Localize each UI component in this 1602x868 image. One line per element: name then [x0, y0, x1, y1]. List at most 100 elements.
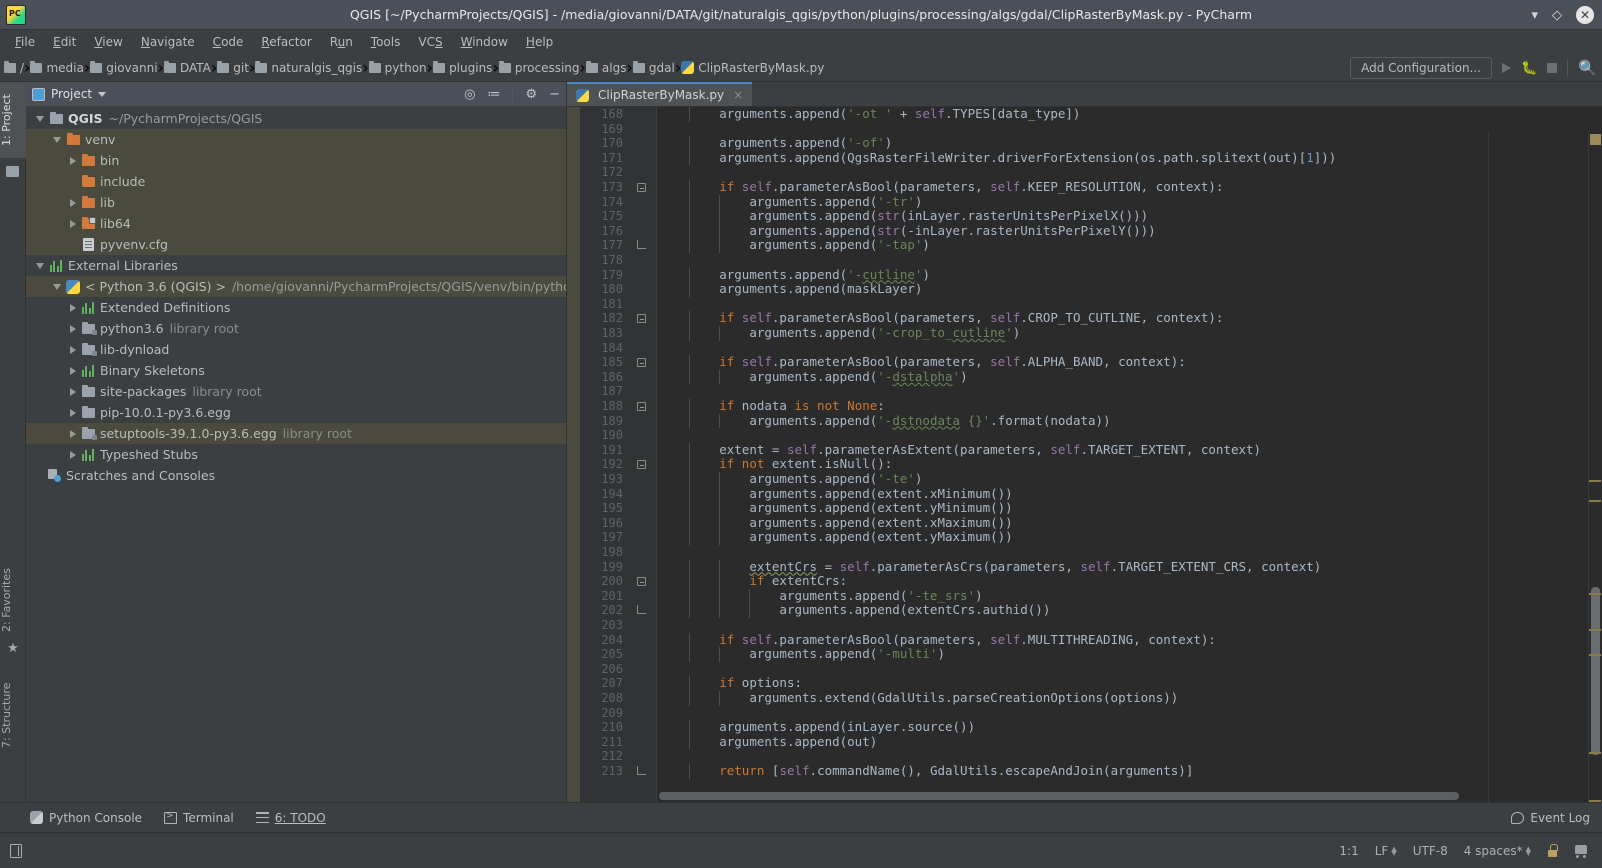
fold-toggle-icon[interactable] — [637, 314, 646, 324]
fold-toggle-icon[interactable] — [637, 577, 646, 587]
add-configuration-button[interactable]: Add Configuration... — [1350, 57, 1492, 79]
bottom-button-todo[interactable]: 6: TODO — [255, 811, 326, 825]
chevron-down-icon[interactable] — [53, 283, 61, 290]
warning-marker[interactable] — [1589, 629, 1601, 631]
menu-window[interactable]: Window — [452, 33, 517, 51]
bottom-button-python-console[interactable]: Python Console — [30, 811, 142, 825]
sidebar-item-structure[interactable]: 7: Structure — [0, 680, 26, 754]
warning-marker[interactable] — [1589, 593, 1601, 595]
search-icon[interactable]: 🔍 — [1578, 59, 1597, 77]
chevron-right-icon[interactable] — [70, 219, 76, 228]
tree-item[interactable]: pip-10.0.1-py3.6.egg — [26, 402, 566, 423]
warning-marker[interactable] — [1589, 752, 1601, 754]
menu-refactor[interactable]: Refactor — [252, 33, 320, 51]
chevron-right-icon[interactable] — [70, 324, 76, 333]
fold-end-marker[interactable] — [637, 605, 646, 615]
gear-icon[interactable]: ⚙ — [525, 88, 537, 101]
tree-item[interactable]: site-packages library root — [26, 381, 566, 402]
fold-toggle-icon[interactable] — [637, 402, 646, 411]
tree-item[interactable]: QGIS ~/PycharmProjects/QGIS — [26, 108, 566, 129]
encoding-selector[interactable]: UTF-8 — [1413, 844, 1448, 858]
sidebar-item-project[interactable]: 1: Project — [0, 82, 26, 158]
chevron-right-icon[interactable] — [70, 303, 76, 312]
chevron-down-icon[interactable] — [36, 115, 44, 122]
menu-run[interactable]: Run — [321, 33, 362, 51]
chevron-down-icon[interactable] — [53, 136, 61, 143]
tree-item[interactable]: Binary Skeletons — [26, 360, 566, 381]
menu-vcs[interactable]: VCS — [409, 33, 451, 51]
bottom-button-terminal[interactable]: Terminal — [164, 811, 234, 825]
menu-view[interactable]: View — [85, 33, 131, 51]
warning-marker[interactable] — [1589, 480, 1601, 482]
chevron-right-icon[interactable] — [70, 198, 76, 207]
debug-icon[interactable]: 🐛 — [1521, 61, 1537, 76]
chevron-down-icon[interactable] — [98, 91, 107, 97]
book-icon[interactable] — [10, 843, 22, 858]
fold-end-marker[interactable] — [637, 766, 646, 775]
diamond-icon[interactable]: ◇ — [1552, 9, 1562, 22]
tree-item[interactable]: venv — [26, 129, 566, 150]
tree-item[interactable]: External Libraries — [26, 255, 566, 276]
tree-item[interactable]: lib-dynload — [26, 339, 566, 360]
breadcrumb-item-naturalgisqgis[interactable]: naturalgis_qgis — [255, 60, 362, 75]
warning-summary-icon[interactable] — [1590, 134, 1601, 145]
tree-item[interactable]: setuptools-39.1.0-py3.6.egg library root — [26, 423, 566, 444]
breadcrumb-item-giovanni[interactable]: giovanni — [90, 60, 158, 75]
inspections-icon[interactable] — [1574, 844, 1588, 858]
chevron-right-icon[interactable] — [70, 366, 76, 375]
menu-navigate[interactable]: Navigate — [132, 33, 204, 51]
collapse-all-icon[interactable]: ≔ — [487, 88, 500, 101]
warning-marker[interactable] — [1589, 500, 1601, 502]
chevron-right-icon[interactable] — [70, 387, 76, 396]
breadcrumb-item-git[interactable]: git — [217, 60, 249, 75]
tree-item[interactable]: bin — [26, 150, 566, 171]
tree-item[interactable]: < Python 3.6 (QGIS) > /home/giovanni/Pych… — [26, 276, 566, 297]
chevron-right-icon[interactable] — [70, 450, 76, 459]
chevron-right-icon[interactable] — [70, 156, 76, 165]
breadcrumb-item-[interactable]: / — [4, 60, 24, 75]
tree-item[interactable]: python3.6 library root — [26, 318, 566, 339]
run-icon[interactable] — [1502, 63, 1511, 73]
chevron-right-icon[interactable] — [70, 429, 76, 438]
breadcrumb-item-python[interactable]: python — [368, 60, 427, 75]
breadcrumb-item-plugins[interactable]: plugins — [433, 60, 492, 75]
tree-item[interactable]: include — [26, 171, 566, 192]
breadcrumb-item-data[interactable]: DATA — [163, 60, 211, 75]
line-separator-selector[interactable]: LF ▲ ▼ — [1375, 844, 1397, 858]
unlocked-icon[interactable] — [1547, 844, 1558, 857]
vertical-scrollbar-thumb[interactable] — [1591, 587, 1600, 755]
fold-toggle-icon[interactable] — [637, 183, 646, 192]
menu-help[interactable]: Help — [517, 33, 562, 51]
breadcrumb-item-cliprasterbymaskpy[interactable]: ClipRasterByMask.py — [681, 61, 824, 75]
menu-file[interactable]: File — [6, 33, 44, 51]
fold-toggle-icon[interactable] — [637, 460, 646, 470]
tab-cliprasterbymask[interactable]: ClipRasterByMask.py × — [567, 82, 753, 106]
tree-item[interactable]: Scratches and Consoles — [26, 465, 566, 486]
code-text[interactable]: 168 arguments.append('-ot ' + self.TYPES… — [567, 107, 1602, 802]
caret-position[interactable]: 1:1 — [1339, 844, 1358, 858]
horizontal-scrollbar[interactable] — [659, 792, 1459, 800]
breadcrumb-item-algs[interactable]: algs — [585, 60, 626, 75]
warning-marker[interactable] — [1589, 654, 1601, 656]
fold-toggle-icon[interactable] — [637, 358, 646, 368]
menu-code[interactable]: Code — [204, 33, 253, 51]
tree-item[interactable]: Typeshed Stubs — [26, 444, 566, 465]
tree-item[interactable]: lib64 — [26, 213, 566, 234]
breadcrumb-item-processing[interactable]: processing — [498, 60, 580, 75]
chevron-down-icon[interactable] — [36, 262, 44, 269]
tree-item[interactable]: lib — [26, 192, 566, 213]
indent-selector[interactable]: 4 spaces* ▲ ▼ — [1464, 844, 1531, 858]
marker-bar[interactable] — [1588, 132, 1602, 802]
tree-item[interactable]: pyvenv.cfg — [26, 234, 566, 255]
minimize-icon[interactable]: − — [549, 88, 560, 101]
menu-edit[interactable]: Edit — [44, 33, 85, 51]
chevron-right-icon[interactable] — [70, 408, 76, 417]
sidebar-item-favorites[interactable]: 2: Favorites — [0, 568, 26, 638]
chevron-down-icon[interactable]: ▾ — [1531, 9, 1538, 22]
locate-icon[interactable]: ◎ — [464, 88, 475, 101]
breadcrumb-item-media[interactable]: media — [30, 60, 84, 75]
menu-tools[interactable]: Tools — [362, 33, 410, 51]
tree-item[interactable]: Extended Definitions — [26, 297, 566, 318]
chevron-right-icon[interactable] — [70, 345, 76, 354]
close-icon[interactable]: × — [733, 88, 743, 102]
